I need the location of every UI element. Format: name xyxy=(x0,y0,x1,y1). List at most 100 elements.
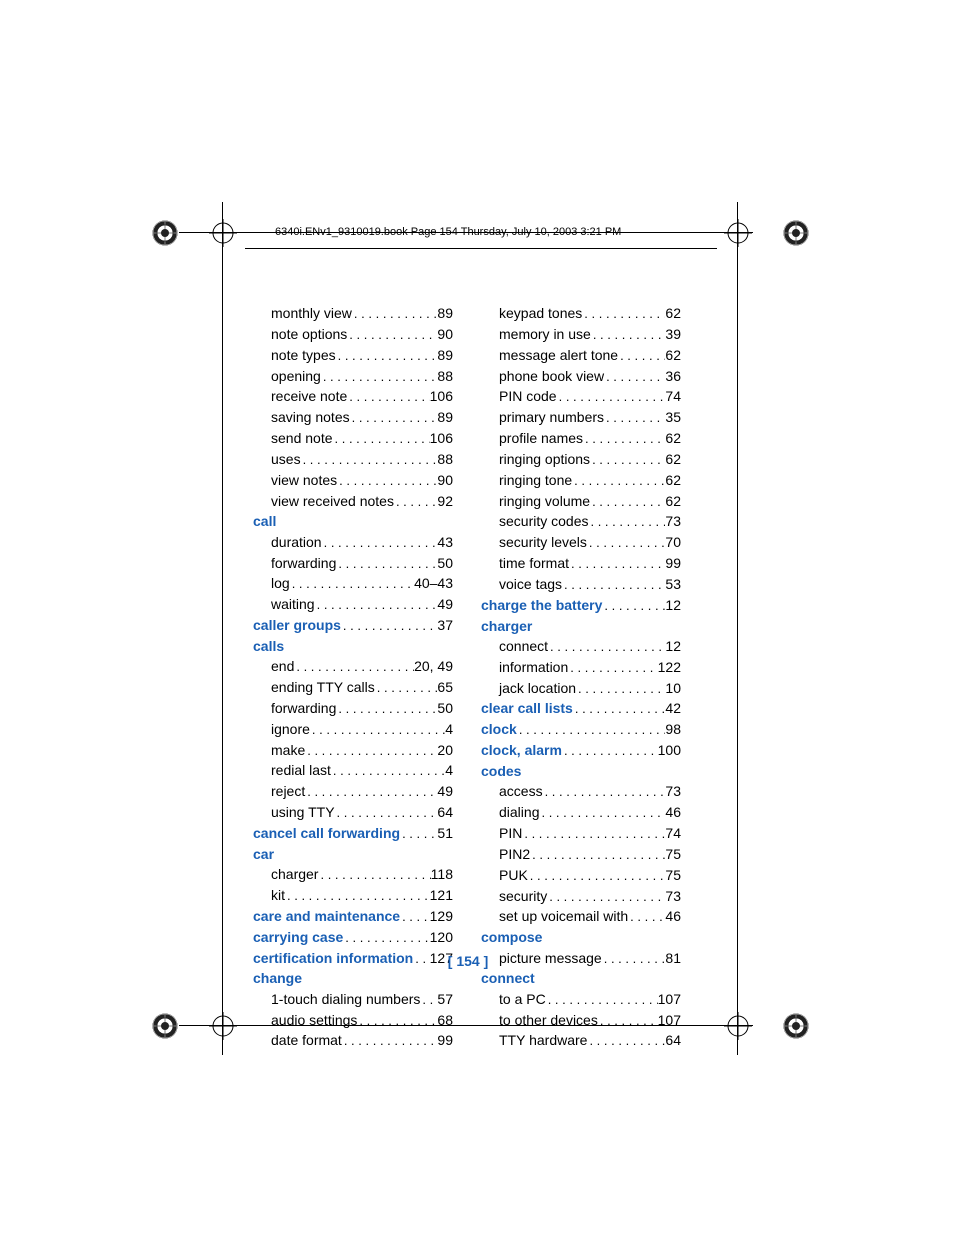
index-entry: ending TTY calls65 xyxy=(253,677,453,698)
index-page: 43 xyxy=(437,532,453,552)
dot-leader xyxy=(582,303,665,324)
index-label: PUK xyxy=(499,865,528,885)
crop-line xyxy=(737,202,738,1055)
index-heading: care and maintenance xyxy=(253,906,400,926)
dot-leader xyxy=(588,511,665,532)
index-entry: security codes73 xyxy=(481,511,681,532)
index-page: 12 xyxy=(665,595,681,615)
index-entry: connect12 xyxy=(481,636,681,657)
index-page: 49 xyxy=(437,594,453,614)
index-page: 42 xyxy=(665,698,681,718)
index-entry: set up voicemail with46 xyxy=(481,906,681,927)
index-page: 73 xyxy=(665,511,681,531)
dot-leader xyxy=(342,1030,438,1051)
index-entry: to a PC107 xyxy=(481,989,681,1010)
index-entry: audio settings68 xyxy=(253,1010,453,1031)
index-heading: car xyxy=(253,844,274,864)
index-heading: carrying case xyxy=(253,927,343,947)
index-page: 88 xyxy=(437,366,453,386)
index-page: 62 xyxy=(665,491,681,511)
index-page: 53 xyxy=(665,574,681,594)
index-page: 73 xyxy=(665,886,681,906)
index-entry: PUK75 xyxy=(481,865,681,886)
dot-leader xyxy=(628,906,665,927)
dot-leader xyxy=(598,1010,658,1031)
index-entry: security levels70 xyxy=(481,532,681,553)
index-entry: care and maintenance129 xyxy=(253,906,453,927)
index-label: memory in use xyxy=(499,324,591,344)
index-entry: caller groups37 xyxy=(253,615,453,636)
index-entry: make20 xyxy=(253,740,453,761)
registration-mark-icon xyxy=(151,219,179,247)
dot-leader xyxy=(375,677,438,698)
index-entry: connect xyxy=(481,968,681,988)
index-heading: charge the battery xyxy=(481,595,602,615)
index-page: 4 xyxy=(445,760,453,780)
dot-leader xyxy=(331,760,445,781)
index-heading: clock xyxy=(481,719,517,739)
index-label: time format xyxy=(499,553,569,573)
dot-leader xyxy=(590,491,665,512)
index-label: dialing xyxy=(499,802,539,822)
index-entry: using TTY64 xyxy=(253,802,453,823)
dot-leader xyxy=(290,573,414,594)
index-label: message alert tone xyxy=(499,345,618,365)
index-label: uses xyxy=(271,449,301,469)
index-page: 12 xyxy=(665,636,681,656)
dot-leader xyxy=(318,864,430,885)
dot-leader xyxy=(522,823,665,844)
dot-leader xyxy=(301,449,438,470)
index-entry: clock, alarm 100 xyxy=(481,740,681,761)
index-label: to other devices xyxy=(499,1010,598,1030)
index-entry: message alert tone62 xyxy=(481,345,681,366)
index-label: forwarding xyxy=(271,553,336,573)
index-heading: codes xyxy=(481,761,521,781)
index-entry: security 73 xyxy=(481,886,681,907)
index-label: ringing options xyxy=(499,449,590,469)
index-entry: opening 88 xyxy=(253,366,453,387)
index-heading: cancel call forwarding xyxy=(253,823,400,843)
index-entry: forwarding50 xyxy=(253,698,453,719)
index-heading: change xyxy=(253,968,302,988)
dot-leader xyxy=(400,823,437,844)
crosshair-icon xyxy=(724,219,752,247)
dot-leader xyxy=(394,491,437,512)
dot-leader xyxy=(337,470,437,491)
index-label: opening xyxy=(271,366,321,386)
index-entry: kit121 xyxy=(253,885,453,906)
index-heading: clock, alarm xyxy=(481,740,562,760)
index-page: 20 xyxy=(437,740,453,760)
index-label: monthly view xyxy=(271,303,352,323)
dot-leader xyxy=(572,470,665,491)
index-page: 100 xyxy=(658,740,681,760)
index-entry: PIN275 xyxy=(481,844,681,865)
index-label: send note xyxy=(271,428,333,448)
index-page: 90 xyxy=(437,470,453,490)
index-page: 10 xyxy=(665,678,681,698)
index-label: duration xyxy=(271,532,322,552)
index-label: reject xyxy=(271,781,305,801)
crop-line xyxy=(222,202,223,1055)
index-entry: calls xyxy=(253,636,453,656)
page-number: [ 154 ] xyxy=(253,953,683,969)
index-page: 62 xyxy=(665,470,681,490)
index-heading: compose xyxy=(481,927,542,947)
index-entry: redial last4 xyxy=(253,760,453,781)
crosshair-icon xyxy=(724,1012,752,1040)
dot-leader xyxy=(576,678,665,699)
index-label: TTY hardware xyxy=(499,1030,587,1050)
dot-leader xyxy=(322,532,438,553)
index-entry: cancel call forwarding51 xyxy=(253,823,453,844)
index-page: 70 xyxy=(665,532,681,552)
index-entry: monthly view89 xyxy=(253,303,453,324)
index-page: 89 xyxy=(437,345,453,365)
dot-leader xyxy=(590,449,665,470)
index-entry: car xyxy=(253,844,453,864)
dot-leader xyxy=(350,407,438,428)
index-page: 49 xyxy=(437,781,453,801)
index-label: security xyxy=(499,886,547,906)
index-entry: reject 49 xyxy=(253,781,453,802)
dot-leader xyxy=(305,740,437,761)
index-label: forwarding xyxy=(271,698,336,718)
dot-leader xyxy=(321,366,438,387)
